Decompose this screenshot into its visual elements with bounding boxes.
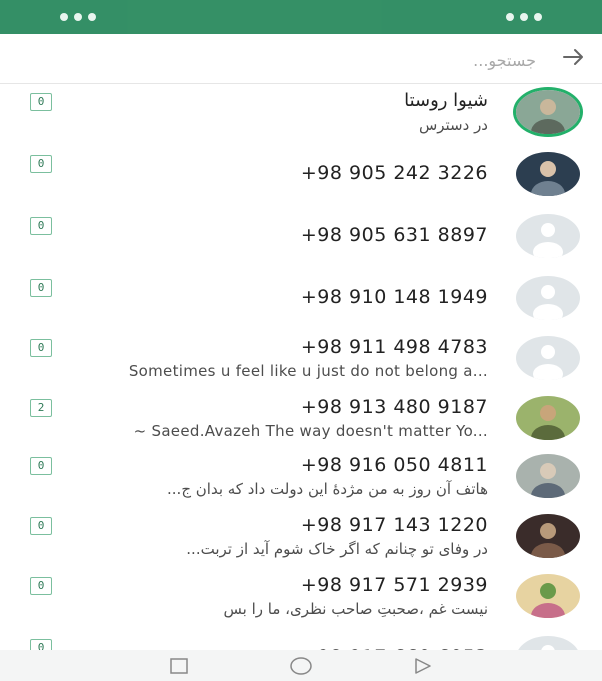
notification-icon: [74, 13, 82, 21]
unread-badge: 0: [30, 577, 52, 595]
avatar[interactable]: [516, 574, 580, 618]
unread-badge: 0: [30, 155, 52, 173]
contact-name: +98 910 148 1949: [300, 286, 488, 308]
contact-subtitle: ~ Saeed.Avazeh The way doesn't matter Yo…: [133, 422, 488, 440]
contact-subtitle: در وفای تو چنانم که اگر خاک شوم آید از ت…: [186, 540, 488, 558]
status-right-icons: [506, 13, 542, 21]
contact-name: +98 913 480 9187: [300, 396, 488, 418]
contact-row[interactable]: +98 917 571 2939 نیست غم ،صحبتِ صاحب نظری…: [0, 568, 602, 630]
contact-row[interactable]: +98 905 242 3226 0: [0, 146, 602, 208]
contact-name: +98 911 498 4783: [300, 336, 488, 358]
avatar[interactable]: [516, 276, 580, 320]
unread-badge: 0: [30, 457, 52, 475]
unread-badge: 0: [30, 517, 52, 535]
notification-icon: [60, 13, 68, 21]
avatar[interactable]: [516, 514, 580, 558]
wifi-icon: [506, 13, 514, 21]
contact-row[interactable]: +98 905 631 8897 0: [0, 208, 602, 270]
contact-subtitle: Sometimes u feel like u just do not belo…: [128, 362, 488, 380]
back-triangle-icon[interactable]: [410, 656, 436, 676]
signal-icon: [520, 13, 528, 21]
status-left-icons: [60, 13, 96, 21]
contact-row[interactable]: +98 913 480 9187 ~ Saeed.Avazeh The way d…: [0, 390, 602, 452]
unread-badge: 0: [30, 339, 52, 357]
contact-subtitle: نیست غم ،صحبتِ صاحب نظری، ما را بس: [223, 600, 489, 618]
battery-icon: [534, 13, 542, 21]
home-circle-icon[interactable]: [288, 656, 314, 676]
contact-row[interactable]: +98 910 148 1949 0: [0, 270, 602, 332]
contact-row[interactable]: +98 917 143 1220 در وفای تو چنانم که اگر …: [0, 508, 602, 570]
avatar[interactable]: [516, 90, 580, 134]
avatar[interactable]: [516, 336, 580, 380]
unread-badge: 0: [30, 217, 52, 235]
avatar[interactable]: [516, 396, 580, 440]
unread-badge: 0: [30, 279, 52, 297]
contact-row[interactable]: شیوا روستا در دسترس 0: [0, 84, 602, 146]
contact-subtitle: هاتف آن روز به من مژدهٔ این دولت داد که …: [167, 480, 488, 498]
avatar[interactable]: [516, 454, 580, 498]
contact-row[interactable]: +98 917 660 60530: [0, 630, 602, 650]
notification-icon: [88, 13, 96, 21]
recents-square-icon[interactable]: [166, 656, 192, 676]
unread-badge: 0: [30, 93, 52, 111]
contact-name: شیوا روستا: [404, 90, 488, 111]
search-bar: [0, 34, 602, 84]
avatar[interactable]: [516, 214, 580, 258]
contact-subtitle: در دسترس: [418, 116, 488, 134]
android-nav-bar: [0, 650, 602, 681]
contact-name: +98 905 242 3226: [300, 162, 488, 184]
avatar[interactable]: [516, 152, 580, 196]
contact-name: +98 916 050 4811: [300, 454, 488, 476]
contact-name: +98 905 631 8897: [300, 224, 488, 246]
back-arrow-icon[interactable]: [560, 44, 586, 70]
contact-name: +98 917 571 2939: [300, 574, 488, 596]
status-bar: [0, 0, 602, 34]
avatar[interactable]: [516, 636, 580, 650]
contact-row[interactable]: +98 916 050 4811 هاتف آن روز به من مژدهٔ …: [0, 448, 602, 510]
unread-badge: 2: [30, 399, 52, 417]
contact-name: +98 917 143 1220: [300, 514, 488, 536]
search-input[interactable]: [234, 46, 538, 74]
contact-row[interactable]: +98 911 498 4783 Sometimes u feel like u …: [0, 330, 602, 392]
unread-badge: 0: [30, 639, 52, 650]
contact-list[interactable]: شیوا روستا در دسترس 0 +98 905 242 3226 0 +9…: [0, 84, 602, 650]
